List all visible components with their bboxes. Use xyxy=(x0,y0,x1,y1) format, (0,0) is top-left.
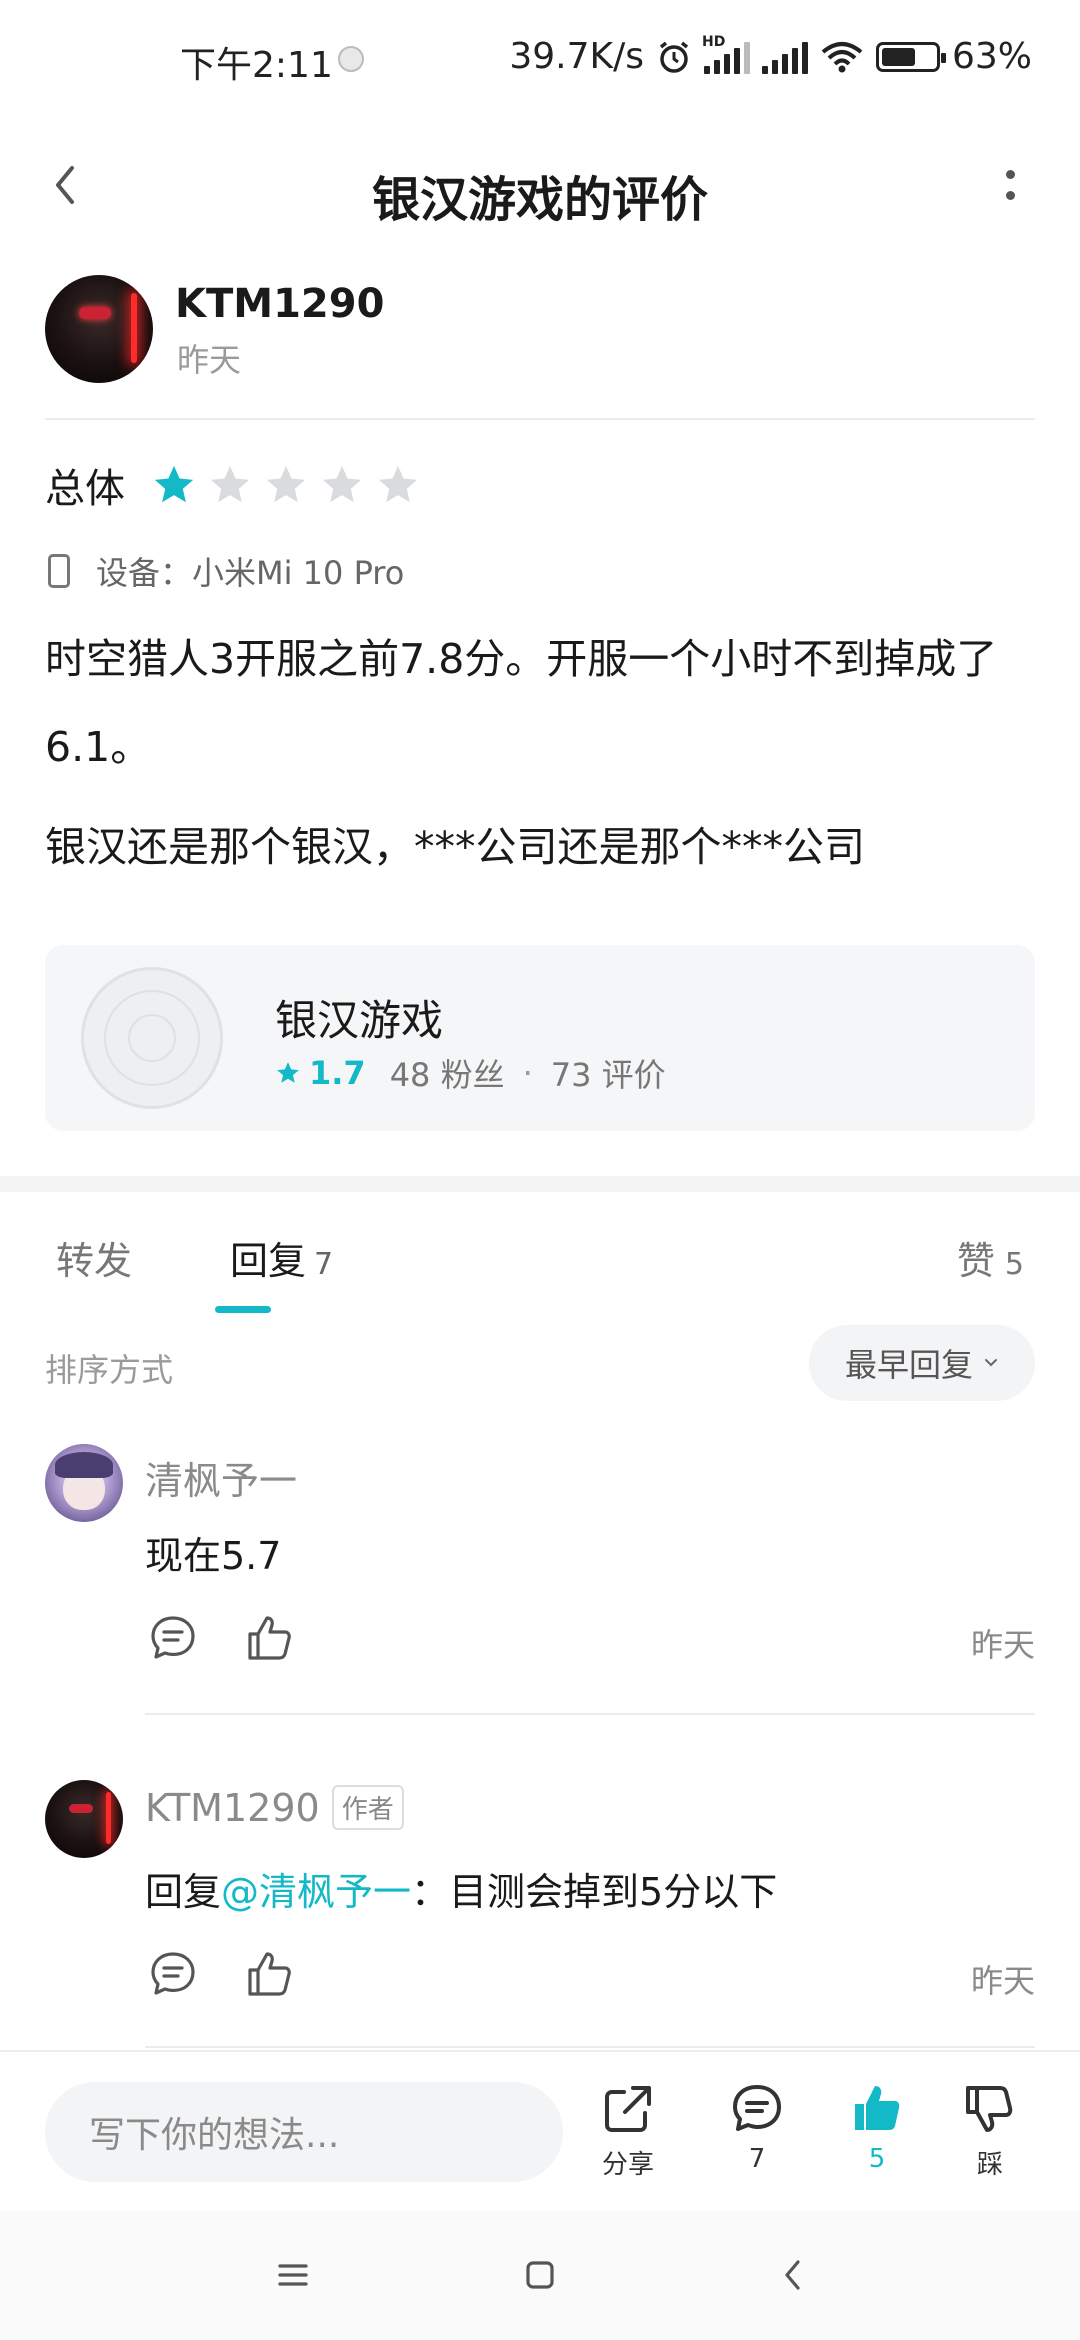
alarm-icon xyxy=(659,41,689,73)
device-info: 设备：小米Mi 10 Pro xyxy=(48,548,404,594)
signal-hd-icon: HD xyxy=(702,34,750,74)
comment-input-placeholder: 写下你的想法... xyxy=(89,2115,340,2156)
comment-reply-icon[interactable] xyxy=(145,1610,201,1666)
battery-percent: 63% xyxy=(951,36,1032,77)
comment-actions: 昨天 xyxy=(145,1610,1035,1670)
menu-icon[interactable] xyxy=(268,2250,318,2300)
battery-fill xyxy=(881,47,915,66)
status-indicators: 39.7K/s HD 63% xyxy=(509,34,1032,78)
comment-reply-icon[interactable] xyxy=(145,1946,201,2002)
comment-text: 回复@清枫予一：目测会掉到5分以下 xyxy=(145,1870,778,1914)
back-nav-icon[interactable] xyxy=(768,2250,818,2300)
game-review-count: 73 评价 xyxy=(550,1056,666,1094)
comment-button[interactable]: 7 xyxy=(712,2080,802,2190)
signal-icon xyxy=(761,40,808,74)
star-empty-icon xyxy=(322,465,362,503)
like-button[interactable]: 5 xyxy=(832,2080,922,2190)
home-icon[interactable] xyxy=(515,2250,565,2300)
comment-time: 昨天 xyxy=(970,1626,1035,1664)
more-vertical-icon xyxy=(1005,170,1015,179)
avatar[interactable] xyxy=(45,275,153,383)
game-fans: 48 粉丝 xyxy=(389,1056,505,1094)
like-count: 5 xyxy=(868,2144,886,2174)
bottom-action-bar: 写下你的想法... 分享 7 5 踩 xyxy=(0,2050,1080,2210)
comment-input[interactable]: 写下你的想法... xyxy=(45,2082,563,2182)
star-empty-icon xyxy=(210,465,250,503)
thumbs-up-icon[interactable] xyxy=(241,1610,297,1666)
comment-count: 7 xyxy=(748,2144,766,2174)
phone-icon xyxy=(48,554,70,588)
divider xyxy=(145,1713,1035,1715)
star-empty-icon xyxy=(378,465,418,503)
sort-label: 排序方式 xyxy=(45,1351,174,1389)
page-title: 银汉游戏的评价 xyxy=(371,172,708,228)
dislike-label: 踩 xyxy=(976,2150,1003,2180)
avatar[interactable] xyxy=(45,1444,123,1522)
system-nav-bar xyxy=(0,2210,1080,2340)
tab-repost[interactable]: 转发 xyxy=(56,1230,132,1285)
author-badge: 作者 xyxy=(331,1785,404,1830)
thumbs-up-filled-icon xyxy=(855,2086,900,2130)
device-label: 设备：小米Mi 10 Pro xyxy=(96,554,405,592)
comment-icon xyxy=(733,2085,781,2131)
comment-item: KTM1290 作者 回复@清枫予一：目测会掉到5分以下 昨天 xyxy=(45,1776,1035,2056)
review-paragraph: 银汉还是那个银汉，***公司还是那个***公司 xyxy=(45,823,865,871)
like-count: 5 xyxy=(1004,1247,1024,1282)
commenter-name[interactable]: KTM1290 作者 xyxy=(145,1785,404,1833)
share-button[interactable]: 分享 xyxy=(583,2080,673,2190)
game-card[interactable]: 银汉游戏 1.7 48 粉丝 · 73 评价 xyxy=(45,945,1035,1131)
chevron-down-icon xyxy=(985,1359,997,1367)
rating-label: 总体 xyxy=(45,466,125,512)
star-empty-icon xyxy=(266,465,306,503)
thumbs-down-icon xyxy=(966,2086,1013,2132)
comment-item: 清枫予一 现在5.7 昨天 xyxy=(45,1440,1035,1715)
top-nav: 银汉游戏的评价 xyxy=(0,120,1080,250)
reply-count: 7 xyxy=(314,1247,334,1282)
commenter-name[interactable]: 清枫予一 xyxy=(145,1450,297,1505)
status-time: 下午2:11 xyxy=(180,45,333,86)
divider xyxy=(145,2046,1035,2048)
star-filled-icon xyxy=(154,465,194,503)
avatar[interactable] xyxy=(45,1780,123,1858)
mention-link[interactable]: @清枫予一 xyxy=(221,1870,411,1914)
wifi-icon xyxy=(821,41,863,72)
tab-indicator xyxy=(215,1306,271,1313)
dislike-button[interactable]: 踩 xyxy=(945,2080,1035,2190)
battery-icon xyxy=(875,41,946,72)
review-author[interactable]: KTM1290 昨天 xyxy=(45,275,1035,390)
author-name[interactable]: KTM1290 xyxy=(175,281,384,327)
comment-time: 昨天 xyxy=(970,1962,1035,2000)
sort-value: 最早回复 xyxy=(844,1346,973,1384)
net-speed: 39.7K/s xyxy=(509,36,644,77)
tabs: 转发 回复 7 赞5 xyxy=(0,1192,1080,1322)
share-icon xyxy=(605,2086,651,2132)
separator-dot: · xyxy=(522,1054,533,1092)
game-score: 1.7 xyxy=(309,1054,366,1092)
comment-text: 现在5.7 xyxy=(145,1534,282,1578)
tab-reply[interactable]: 回复 7 xyxy=(230,1230,333,1285)
qq-notification-icon xyxy=(338,46,364,72)
review-body: 时空猎人3开服之前7.8分。开服一个小时不到掉成了6.1。 银汉还是那个银汉，*… xyxy=(45,615,1035,891)
rating-row: 总体 xyxy=(45,455,421,515)
comment-actions: 昨天 xyxy=(145,1946,1035,2006)
review-time: 昨天 xyxy=(177,341,242,379)
game-logo xyxy=(81,967,223,1109)
divider xyxy=(45,418,1035,420)
star-icon xyxy=(277,1062,299,1083)
game-name: 银汉游戏 xyxy=(275,996,444,1045)
review-paragraph: 时空猎人3开服之前7.8分。开服一个小时不到掉成了6.1。 xyxy=(45,635,998,771)
sort-dropdown[interactable]: 最早回复 xyxy=(809,1325,1035,1401)
share-label: 分享 xyxy=(601,2150,654,2180)
section-divider xyxy=(0,1176,1080,1192)
game-stats: 1.7 48 粉丝 · 73 评价 xyxy=(275,1050,666,1096)
tab-like[interactable]: 赞5 xyxy=(957,1230,1024,1285)
rating-stars xyxy=(151,462,421,508)
more-button[interactable] xyxy=(980,150,1040,220)
thumbs-up-icon[interactable] xyxy=(241,1946,297,2002)
status-bar: 下午2:11 39.7K/s HD 63% xyxy=(0,0,1080,120)
